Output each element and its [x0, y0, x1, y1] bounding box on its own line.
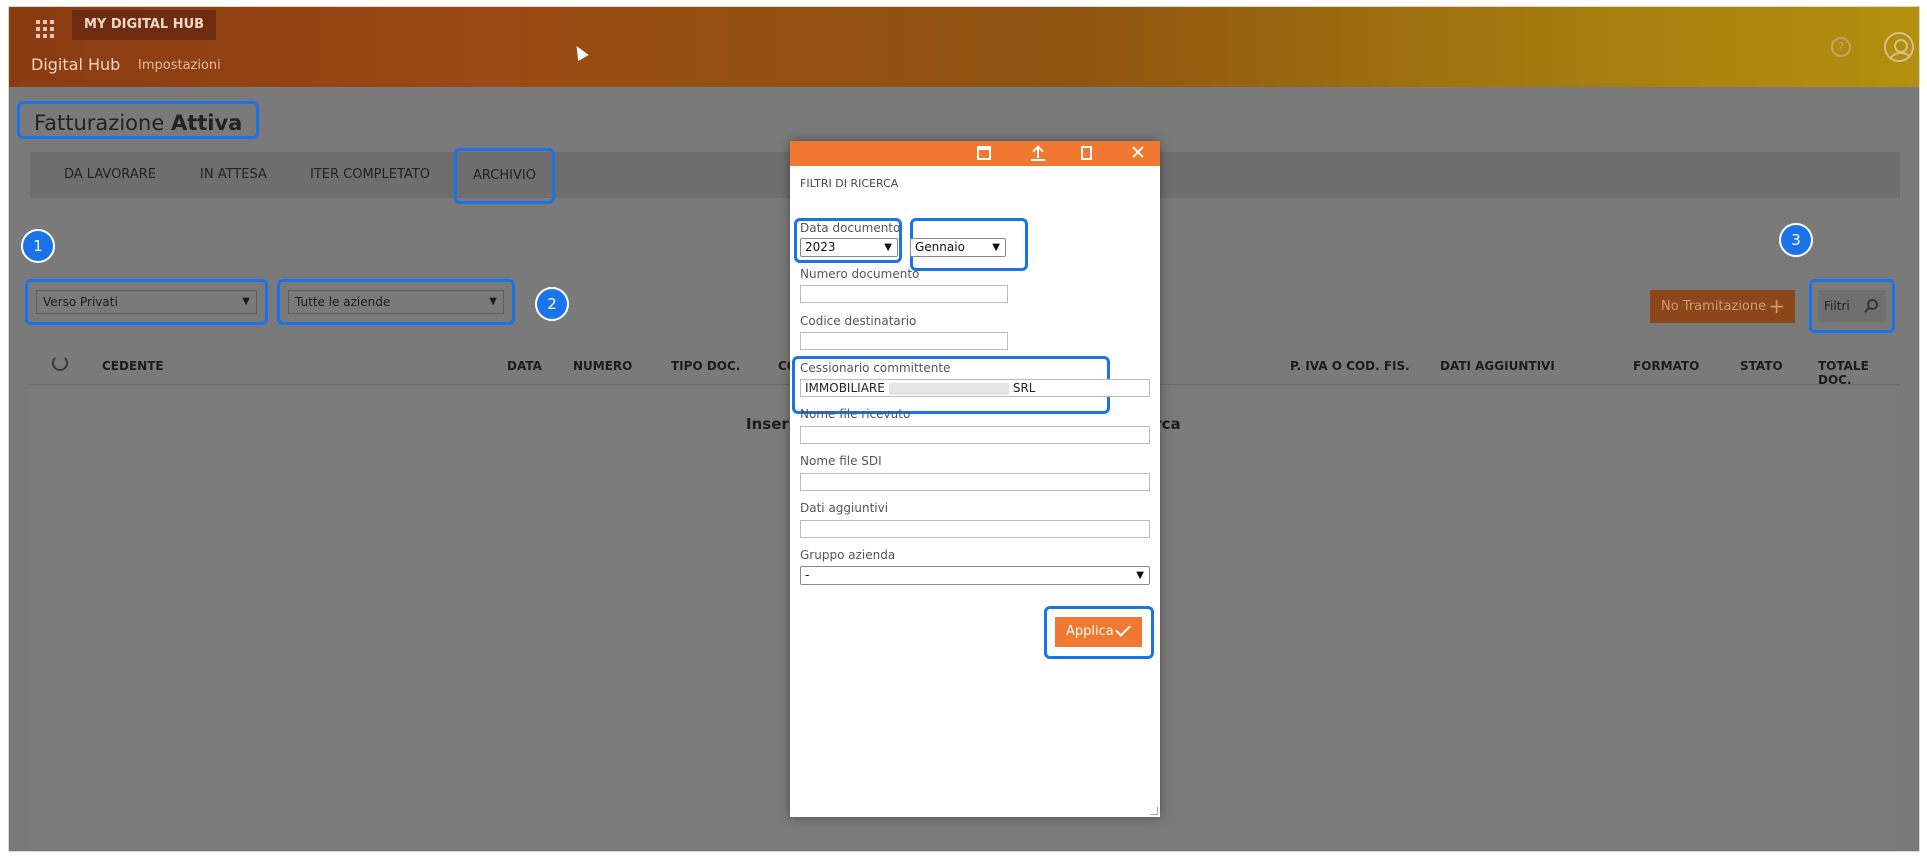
aziende-select-highlight: Tutte le aziende ▼	[277, 279, 515, 325]
dati-aggiuntivi-label: Dati aggiuntivi	[800, 501, 889, 515]
verso-select[interactable]: Verso Privati ▼	[36, 290, 257, 314]
filtri-highlight: Filtri	[1809, 279, 1895, 333]
user-account-icon[interactable]	[1884, 32, 1914, 62]
year-select-value: 2023	[805, 240, 836, 254]
nav-digital-hub[interactable]: Digital Hub	[31, 55, 120, 74]
filter-dialog: ✕ FILTRI DI RICERCA Data documento 2023 …	[790, 141, 1160, 817]
apply-button[interactable]: Applica	[1055, 617, 1142, 647]
col-data[interactable]: DATA	[507, 359, 542, 373]
codice-destinatario-label: Codice destinatario	[800, 314, 917, 328]
col-totale-doc[interactable]: TOTALE DOC.	[1818, 359, 1900, 387]
page-title-light: Fatturazione	[34, 111, 165, 135]
nome-file-sdi-input[interactable]	[800, 473, 1150, 491]
dialog-titlebar: ✕	[790, 141, 1160, 166]
chevron-down-icon: ▼	[242, 296, 250, 307]
data-documento-label: Data documento	[800, 221, 901, 235]
cessionario-label: Cessionario committente	[800, 361, 951, 375]
cessionario-input[interactable]: IMMOBILIARE SRL	[800, 379, 1150, 397]
app-frame: MY DIGITAL HUB Digital Hub Impostazioni …	[8, 6, 1920, 852]
refresh-icon[interactable]	[52, 355, 68, 371]
chevron-down-icon: ▼	[884, 242, 892, 253]
dati-aggiuntivi-input[interactable]	[800, 520, 1150, 538]
dialog-section-title: FILTRI DI RICERCA	[800, 177, 899, 190]
redacted-text	[888, 382, 1009, 395]
nome-file-ricevuto-label: Nome file ricevuto	[800, 407, 911, 421]
cessionario-suffix: SRL	[1012, 381, 1036, 395]
tab-in-attesa[interactable]: IN ATTESA	[200, 152, 267, 198]
cessionario-prefix: IMMOBILIARE	[805, 381, 885, 395]
step-badge-1: 1	[21, 229, 55, 263]
step-badge-2: 2	[535, 287, 569, 321]
codice-destinatario-input[interactable]	[800, 332, 1008, 350]
no-tramitazione-button[interactable]: No Tramitazione +	[1650, 290, 1795, 323]
month-select-value: Gennaio	[915, 240, 965, 254]
tab-iter-completato[interactable]: ITER COMPLETATO	[310, 152, 430, 198]
chevron-down-icon: ▼	[489, 296, 497, 307]
upload-icon[interactable]	[1031, 146, 1045, 161]
search-icon	[1867, 299, 1878, 310]
col-dati-aggiuntivi[interactable]: DATI AGGIUNTIVI	[1440, 359, 1555, 373]
document-icon[interactable]	[1081, 146, 1092, 160]
window-icon[interactable]	[977, 146, 991, 160]
verso-select-value: Verso Privati	[43, 295, 118, 309]
year-select[interactable]: 2023 ▼	[800, 238, 898, 257]
check-icon	[1115, 621, 1131, 637]
col-formato[interactable]: FORMATO	[1633, 359, 1699, 373]
brand-label[interactable]: MY DIGITAL HUB	[72, 10, 217, 40]
page-title: Fatturazione Attiva	[17, 101, 260, 139]
empty-message-left: Inser	[746, 415, 789, 433]
col-piva[interactable]: P. IVA O COD. FIS.	[1290, 359, 1410, 373]
col-cedente[interactable]: CEDENTE	[102, 359, 164, 373]
chevron-down-icon: ▼	[992, 242, 1000, 253]
tab-da-lavorare[interactable]: DA LAVORARE	[64, 152, 156, 198]
apps-grid-icon[interactable]	[33, 17, 55, 39]
chevron-down-icon: ▼	[1136, 570, 1144, 581]
aziende-select[interactable]: Tutte le aziende ▼	[288, 290, 504, 314]
month-select[interactable]: Gennaio ▼	[910, 238, 1006, 257]
no-tramitazione-label: No Tramitazione	[1661, 299, 1767, 314]
gruppo-azienda-value: -	[805, 568, 810, 582]
col-stato[interactable]: STATO	[1740, 359, 1783, 373]
col-tipo-doc[interactable]: TIPO DOC.	[671, 359, 740, 373]
numero-documento-input[interactable]	[800, 285, 1008, 303]
aziende-select-value: Tutte le aziende	[295, 295, 391, 309]
filtri-label: Filtri	[1824, 299, 1850, 313]
gruppo-azienda-select[interactable]: - ▼	[800, 566, 1150, 585]
nome-file-ricevuto-input[interactable]	[800, 426, 1150, 444]
resize-handle[interactable]	[1150, 807, 1158, 815]
help-icon[interactable]: ?	[1831, 37, 1851, 57]
filtri-button[interactable]: Filtri	[1818, 290, 1886, 322]
nome-file-sdi-label: Nome file SDI	[800, 454, 882, 468]
plus-icon: +	[1768, 294, 1785, 318]
apply-label: Applica	[1066, 624, 1114, 639]
gruppo-azienda-label: Gruppo azienda	[800, 548, 896, 562]
nav-impostazioni[interactable]: Impostazioni	[138, 58, 221, 73]
verso-select-highlight: Verso Privati ▼	[25, 279, 268, 325]
col-numero[interactable]: NUMERO	[573, 359, 632, 373]
close-icon[interactable]: ✕	[1130, 144, 1146, 163]
numero-documento-label: Numero documento	[800, 267, 920, 281]
tab-archivio[interactable]: ARCHIVIO	[454, 148, 555, 204]
page-title-bold: Attiva	[170, 111, 243, 135]
step-badge-3: 3	[1779, 223, 1813, 257]
top-bar: MY DIGITAL HUB Digital Hub Impostazioni …	[9, 7, 1919, 87]
